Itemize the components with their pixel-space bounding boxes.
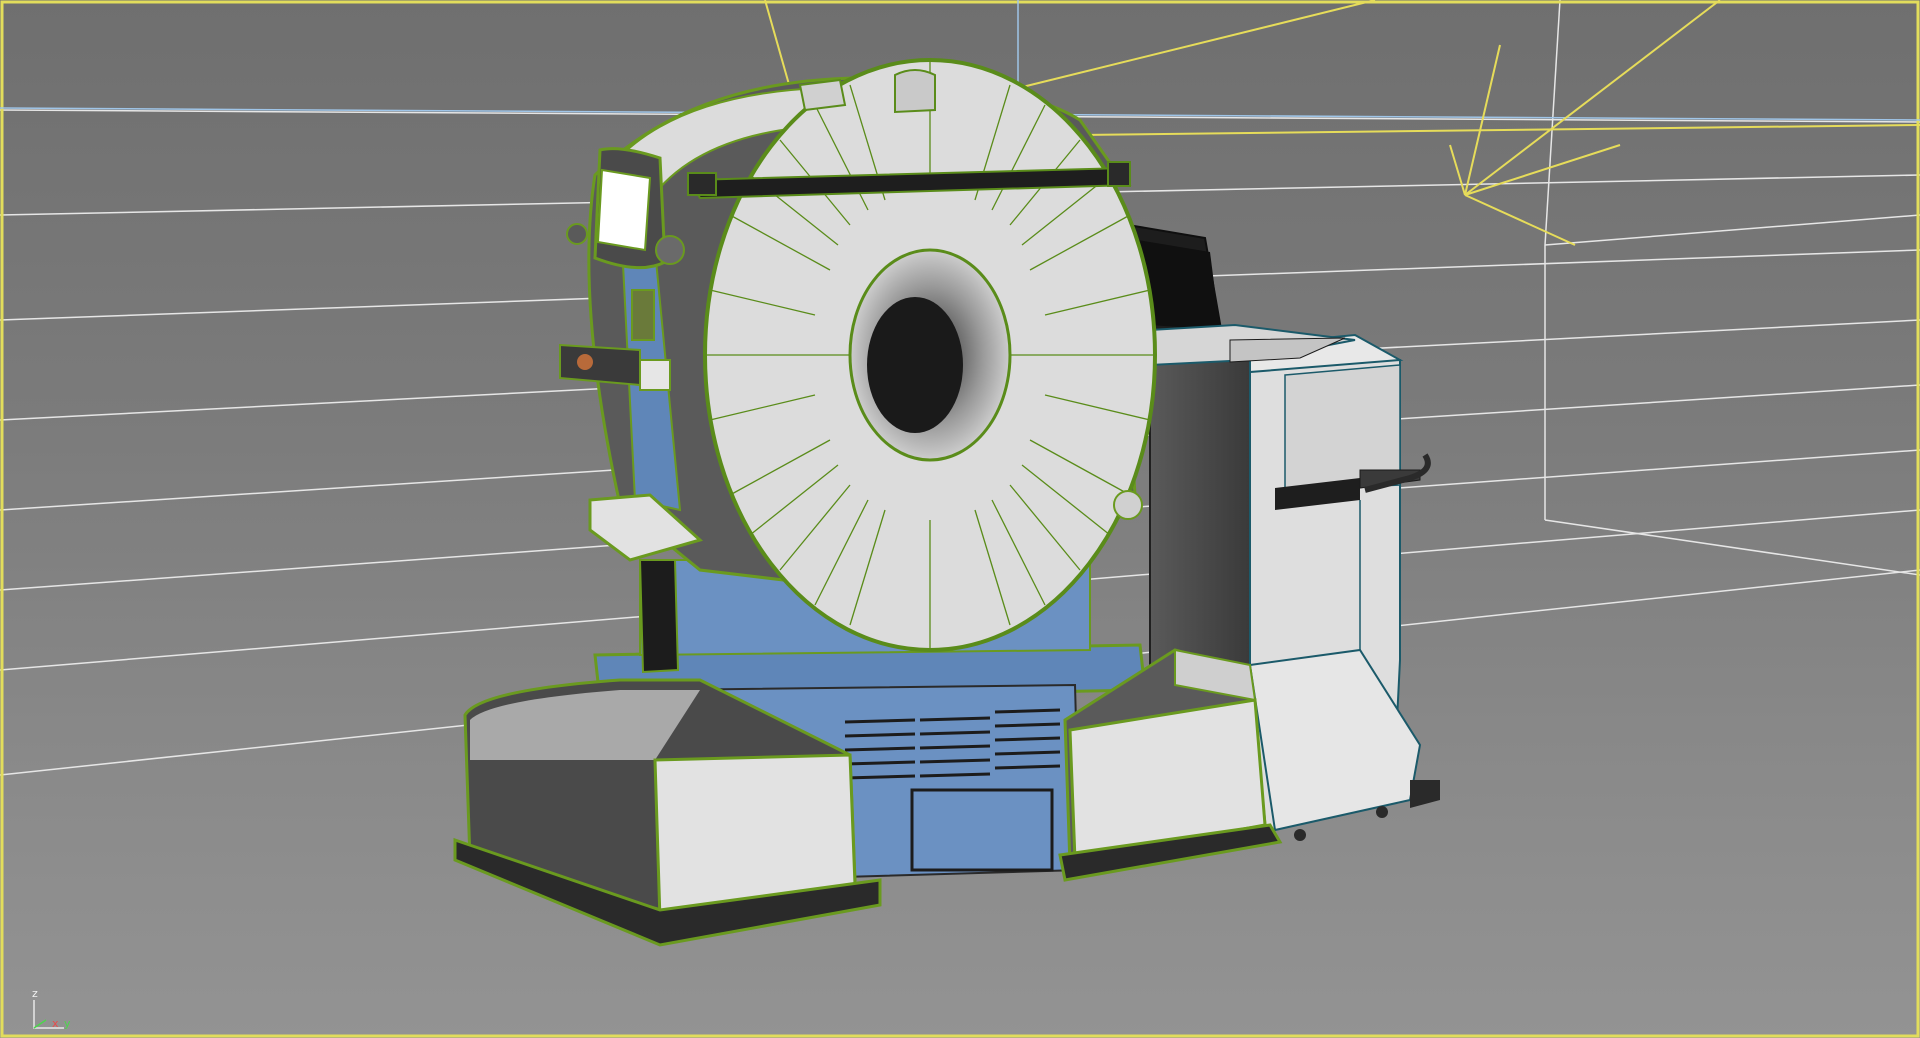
axis-y-label: y	[64, 1017, 71, 1030]
axis-x-label: x	[52, 1017, 59, 1030]
ct-scanner-model[interactable]	[453, 58, 1440, 947]
viewport-scene[interactable]	[0, 0, 1920, 1038]
axis-gizmo-icon: z x y	[24, 980, 84, 1035]
axis-z-label: z	[32, 987, 38, 1000]
3d-viewport[interactable]: z x y	[0, 0, 1920, 1038]
